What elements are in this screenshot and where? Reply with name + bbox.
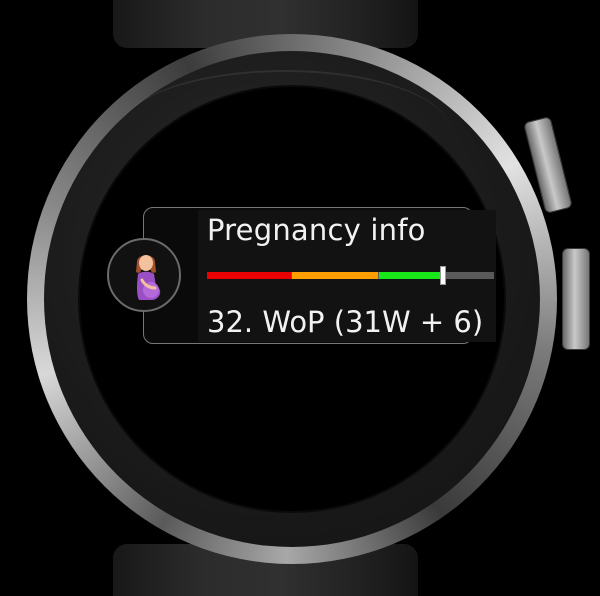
- screen-glare: [120, 70, 450, 192]
- watch-crown-button[interactable]: [562, 248, 590, 350]
- progress-current-marker: [440, 266, 446, 285]
- progress-segment-trimester-3: [379, 272, 442, 279]
- complication-title: Pregnancy info: [207, 213, 426, 247]
- watch-face-preview: Pregnancy info 32. WoP (31W + 6): [0, 0, 600, 596]
- pregnancy-progress-bar: [207, 266, 494, 285]
- progress-segment-trimester-1: [207, 272, 291, 279]
- complication-icon-badge[interactable]: [107, 238, 181, 312]
- progress-segment-trimester-2: [292, 272, 378, 279]
- pregnant-woman-icon: [136, 255, 161, 300]
- complication-value: 32. WoP (31W + 6): [207, 305, 484, 339]
